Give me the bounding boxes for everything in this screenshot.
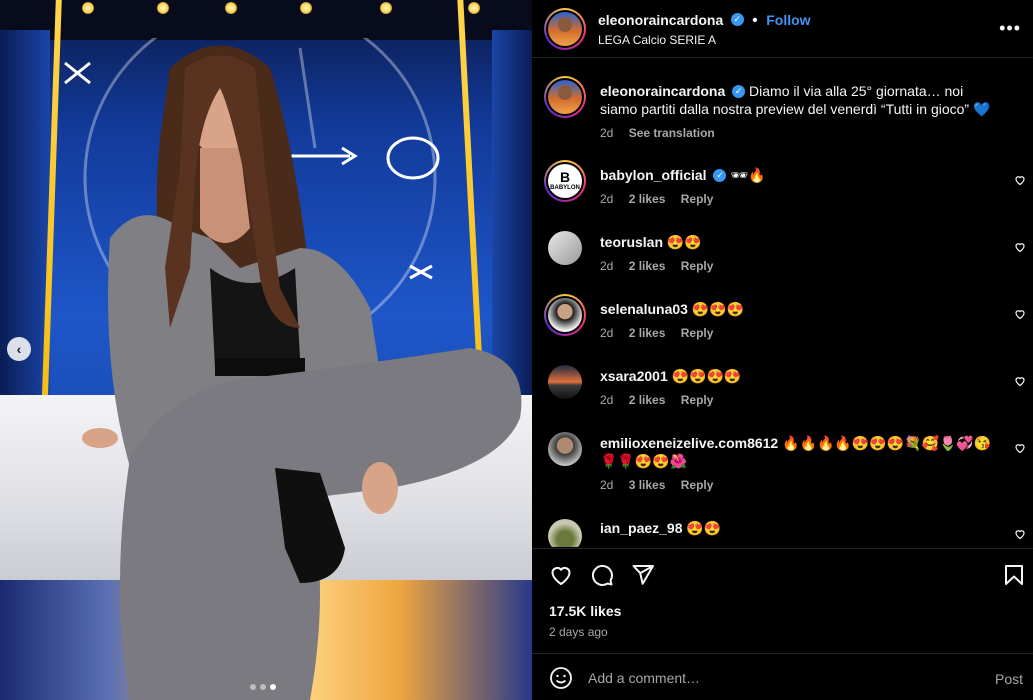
reply-button[interactable]: Reply [681,478,714,492]
author-username[interactable]: eleonoraincardona [598,12,723,28]
add-comment-input[interactable] [588,665,968,691]
save-bookmark-icon[interactable] [1002,563,1026,587]
comment-text: 😍😍 [666,234,702,250]
like-comment-heart-icon[interactable] [1014,308,1026,320]
caption-time[interactable]: 2d [600,126,613,140]
comment-likes[interactable]: 2 likes [629,192,666,206]
post-media[interactable]: ‹ [0,0,532,700]
comment-item: xsara2001 😍😍😍😍 2d 2 likes Reply [532,365,1033,427]
post-caption: eleonoraincardona ✓ Diamo il via alla 25… [532,76,1033,142]
caption-text-block: eleonoraincardona ✓ Diamo il via alla 25… [600,82,1000,118]
post-side-panel: eleonoraincardona ✓ • Follow LEGA Calcio… [532,0,1033,700]
carousel-prev-button[interactable]: ‹ [7,337,31,361]
post-comment-button[interactable]: Post [995,671,1023,687]
caption-meta: 2d See translation [600,126,727,140]
like-comment-heart-icon[interactable] [1014,528,1026,540]
comment-time[interactable]: 2d [600,259,613,273]
commenter-avatar[interactable] [548,231,582,265]
like-heart-icon[interactable] [549,563,573,587]
comment-username[interactable]: babylon_official [600,167,707,183]
verified-badge-icon: ✓ [730,13,744,27]
see-translation-button[interactable]: See translation [629,126,715,140]
studio-light [82,2,94,14]
comment-username[interactable]: xsara2001 [600,368,668,384]
caption-author-avatar[interactable] [544,76,586,118]
carousel-dot [260,684,266,690]
commenter-avatar[interactable] [548,432,582,466]
comment-text-block: teoruslan 😍😍 [600,233,1000,251]
commenter-avatar[interactable]: B BABYLON [544,160,586,202]
author-avatar[interactable] [544,8,586,50]
comment-meta: 2d 2 likes Reply [600,192,725,206]
post-location[interactable]: LEGA Calcio SERIE A [598,33,716,47]
studio-light [468,2,480,14]
comment-item: B BABYLON babylon_official ✓ 🕶🔥 2d 2 lik… [532,160,1033,226]
comment-text: 😍😍😍 [691,301,745,317]
comment-time[interactable]: 2d [600,478,613,492]
comment-meta: 2d 2 likes Reply [600,259,725,273]
comment-item: emilioxeneizelive.com8612 🔥🔥🔥🔥😍😍😍💐🥰🌷💞😘🌹🌹… [532,432,1033,510]
share-send-icon[interactable] [631,563,655,587]
reply-button[interactable]: Reply [681,192,714,206]
comment-likes[interactable]: 2 likes [629,393,666,407]
comment-meta: 2d 3 likes Reply [600,478,725,492]
commenter-avatar[interactable] [548,365,582,399]
comment-likes[interactable]: 3 likes [629,478,666,492]
carousel-dot [250,684,256,690]
comment-item: ian_paez_98 😍😍 [532,519,1033,547]
comment-text: 🕶🔥 [730,167,766,183]
more-options-icon[interactable]: ••• [999,18,1021,39]
comment-text: 😍😍 [686,520,722,536]
reply-button[interactable]: Reply [681,326,714,340]
comment-username[interactable]: ian_paez_98 [600,520,683,536]
comment-item: selenaluna03 😍😍😍 2d 2 likes Reply [532,294,1033,360]
caption-username[interactable]: eleonoraincardona [600,83,725,99]
comment-text-block: emilioxeneizelive.com8612 🔥🔥🔥🔥😍😍😍💐🥰🌷💞😘🌹🌹… [600,434,1000,470]
babylon-logo-text: BABYLON [550,185,580,191]
like-comment-heart-icon[interactable] [1014,174,1026,186]
comment-meta: 2d 2 likes Reply [600,326,725,340]
comment-username[interactable]: teoruslan [600,234,663,250]
verified-badge-icon: ✓ [732,84,746,98]
post-actions-bar [532,548,1033,600]
comment-likes[interactable]: 2 likes [629,326,666,340]
likes-count[interactable]: 17.5K likes [549,603,621,619]
studio-light [300,2,312,14]
commenter-avatar[interactable] [548,519,582,547]
carousel-dot-active [270,684,276,690]
emoji-picker-icon[interactable] [549,666,573,690]
comment-time[interactable]: 2d [600,192,613,206]
comment-time[interactable]: 2d [600,393,613,407]
reply-button[interactable]: Reply [681,393,714,407]
carousel-indicator [250,684,276,690]
comment-text-block: selenaluna03 😍😍😍 [600,300,1000,318]
like-comment-heart-icon[interactable] [1014,375,1026,387]
studio-light [225,2,237,14]
comment-text-block: ian_paez_98 😍😍 [600,519,1000,537]
comment-likes[interactable]: 2 likes [629,259,666,273]
like-comment-heart-icon[interactable] [1014,241,1026,253]
post-timestamp[interactable]: 2 days ago [549,625,608,639]
person-photo [82,45,522,700]
follow-button[interactable]: Follow [766,12,810,28]
comment-username[interactable]: emilioxeneizelive.com8612 [600,435,778,451]
studio-light [157,2,169,14]
verified-badge-icon: ✓ [713,168,727,182]
commenter-avatar[interactable] [544,294,586,336]
comment-composer: Post [532,653,1033,700]
comment-text-block: xsara2001 😍😍😍😍 [600,367,1000,385]
comment-time[interactable]: 2d [600,326,613,340]
like-comment-heart-icon[interactable] [1014,442,1026,454]
comment-meta: 2d 2 likes Reply [600,393,725,407]
comment-bubble-icon[interactable] [590,563,614,587]
comment-item: teoruslan 😍😍 2d 2 likes Reply [532,231,1033,293]
comment-text-block: babylon_official ✓ 🕶🔥 [600,166,1000,184]
reply-button[interactable]: Reply [681,259,714,273]
comment-username[interactable]: selenaluna03 [600,301,688,317]
studio-light [380,2,392,14]
post-header: eleonoraincardona ✓ • Follow LEGA Calcio… [532,0,1033,58]
comment-text: 😍😍😍😍 [671,368,742,384]
